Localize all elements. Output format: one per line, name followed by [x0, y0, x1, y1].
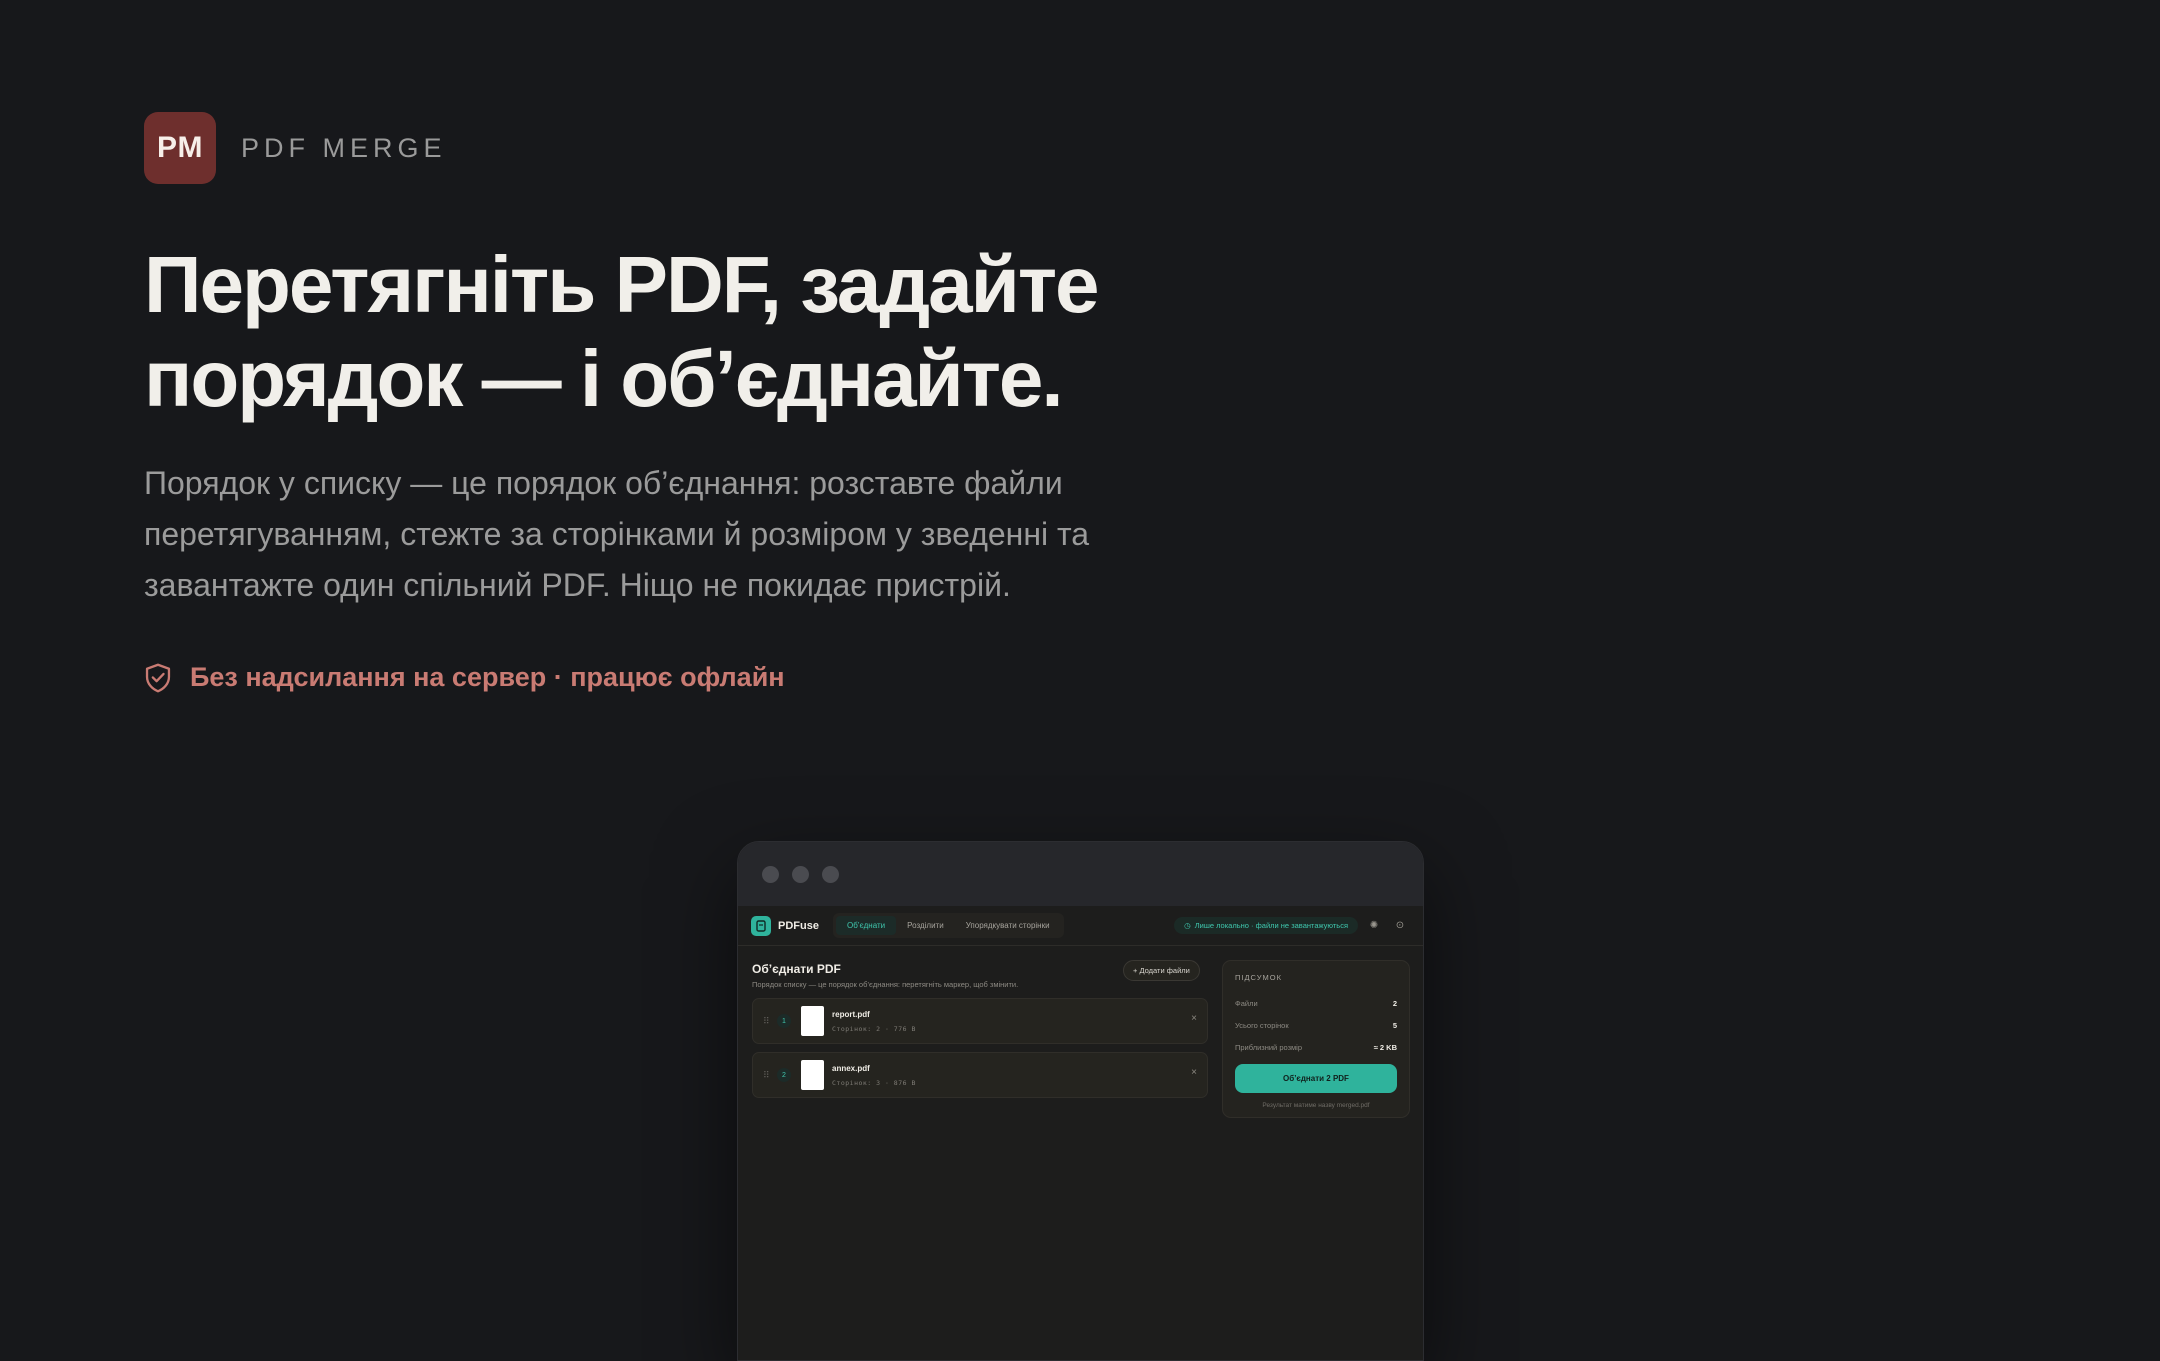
summary-row-size: Приблизний розмір ≈ 2 KB: [1235, 1036, 1397, 1058]
window-close-dot[interactable]: [762, 865, 779, 883]
privacy-pill: ◷ Лише локально · файли не завантажуютьс…: [1174, 917, 1358, 934]
theme-icon[interactable]: ✺: [1364, 916, 1384, 936]
summary-value: 2: [1392, 998, 1397, 1008]
merge-pdfs-button[interactable]: Об’єднати 2 PDF: [1235, 1064, 1397, 1093]
file-info: Сторінок: 2 · 776 B: [832, 1024, 916, 1033]
headline-line-2: порядок — і об’єднайте.: [144, 334, 1064, 423]
page-headline: Перетягніть PDF, задайте порядок — і об’…: [144, 238, 1224, 426]
merge-title: Об’єднати PDF: [752, 962, 841, 976]
hero-description: Порядок у списку — це порядок об’єднання…: [144, 465, 1090, 603]
summary-value: ≈ 2 KB: [1373, 1042, 1397, 1052]
summary-row-files: Файли 2: [1235, 992, 1397, 1014]
summary-row-pages: Усього сторінок 5: [1235, 1014, 1397, 1036]
file-info: Сторінок: 3 · 876 B: [832, 1078, 916, 1087]
file-order-number: 1: [777, 1014, 791, 1028]
file-meta: report.pdf Сторінок: 2 · 776 B: [832, 1010, 916, 1033]
merge-panel: Об’єднати PDF Порядок списку — це порядо…: [738, 946, 1423, 1118]
add-files-button[interactable]: + Додати файли: [1123, 960, 1200, 981]
brand: PM PDF MERGE: [144, 112, 447, 184]
drag-handle-icon[interactable]: ⠿: [763, 1070, 775, 1081]
tab-split[interactable]: Розділити: [896, 916, 955, 935]
drag-handle-icon[interactable]: ⠿: [763, 1016, 775, 1027]
app-name: PDFuse: [778, 919, 819, 932]
file-name: annex.pdf: [832, 1063, 870, 1073]
file-row[interactable]: ⠿ 2 annex.pdf Сторінок: 3 · 876 B ×: [752, 1052, 1208, 1098]
brand-name: PDF MERGE: [241, 132, 447, 163]
summary-label: Приблизний розмір: [1235, 1042, 1303, 1052]
pdfuse-logo-icon: [751, 915, 771, 936]
file-thumbnail: [801, 1006, 824, 1036]
app-toolbar: PDFuse Об’єднати Розділити Упорядкувати …: [738, 906, 1423, 946]
tab-merge[interactable]: Об’єднати: [835, 916, 897, 935]
file-meta: annex.pdf Сторінок: 3 · 876 B: [832, 1064, 916, 1087]
summary-value: 5: [1392, 1020, 1397, 1030]
mode-tabs: Об’єднати Розділити Упорядкувати сторінк…: [832, 913, 1064, 938]
file-name: report.pdf: [832, 1009, 870, 1019]
summary-panel: ПІДСУМОК Файли 2 Усього сторінок 5 Прибл…: [1222, 960, 1410, 1118]
merge-subtitle: Порядок списку — це порядок об’єднання: …: [752, 980, 1019, 989]
remove-file-icon[interactable]: ×: [1191, 1013, 1197, 1024]
file-row[interactable]: ⠿ 1 report.pdf Сторінок: 2 · 776 B ×: [752, 998, 1208, 1044]
app-preview-window: PDFuse Об’єднати Розділити Упорядкувати …: [737, 841, 1424, 1361]
badge-text: Без надсилання на сервер · працює офлайн: [190, 662, 785, 692]
remove-file-icon[interactable]: ×: [1191, 1067, 1197, 1078]
settings-icon[interactable]: ⊙: [1390, 916, 1410, 936]
headline-line-1: Перетягніть PDF, задайте: [144, 240, 1100, 329]
window-maximize-dot[interactable]: [822, 865, 839, 883]
offline-badge: Без надсилання на сервер · працює офлайн: [144, 662, 785, 693]
app-logo: PM: [144, 112, 216, 184]
file-order-number: 2: [777, 1068, 791, 1082]
privacy-text: Лише локально · файли не завантажуються: [1194, 921, 1348, 930]
summary-label: Файли: [1235, 998, 1258, 1008]
result-filename-note: Результат матиме назву merged.pdf: [1262, 1102, 1370, 1109]
window-minimize-dot[interactable]: [792, 865, 809, 883]
window-titlebar: [738, 842, 1423, 906]
clock-icon: ◷: [1184, 921, 1191, 930]
shield-check-icon: [145, 663, 171, 692]
file-thumbnail: [801, 1060, 824, 1090]
summary-title: ПІДСУМОК: [1235, 973, 1282, 982]
tab-reorder-pages[interactable]: Упорядкувати сторінки: [955, 916, 1061, 935]
summary-label: Усього сторінок: [1235, 1020, 1289, 1030]
